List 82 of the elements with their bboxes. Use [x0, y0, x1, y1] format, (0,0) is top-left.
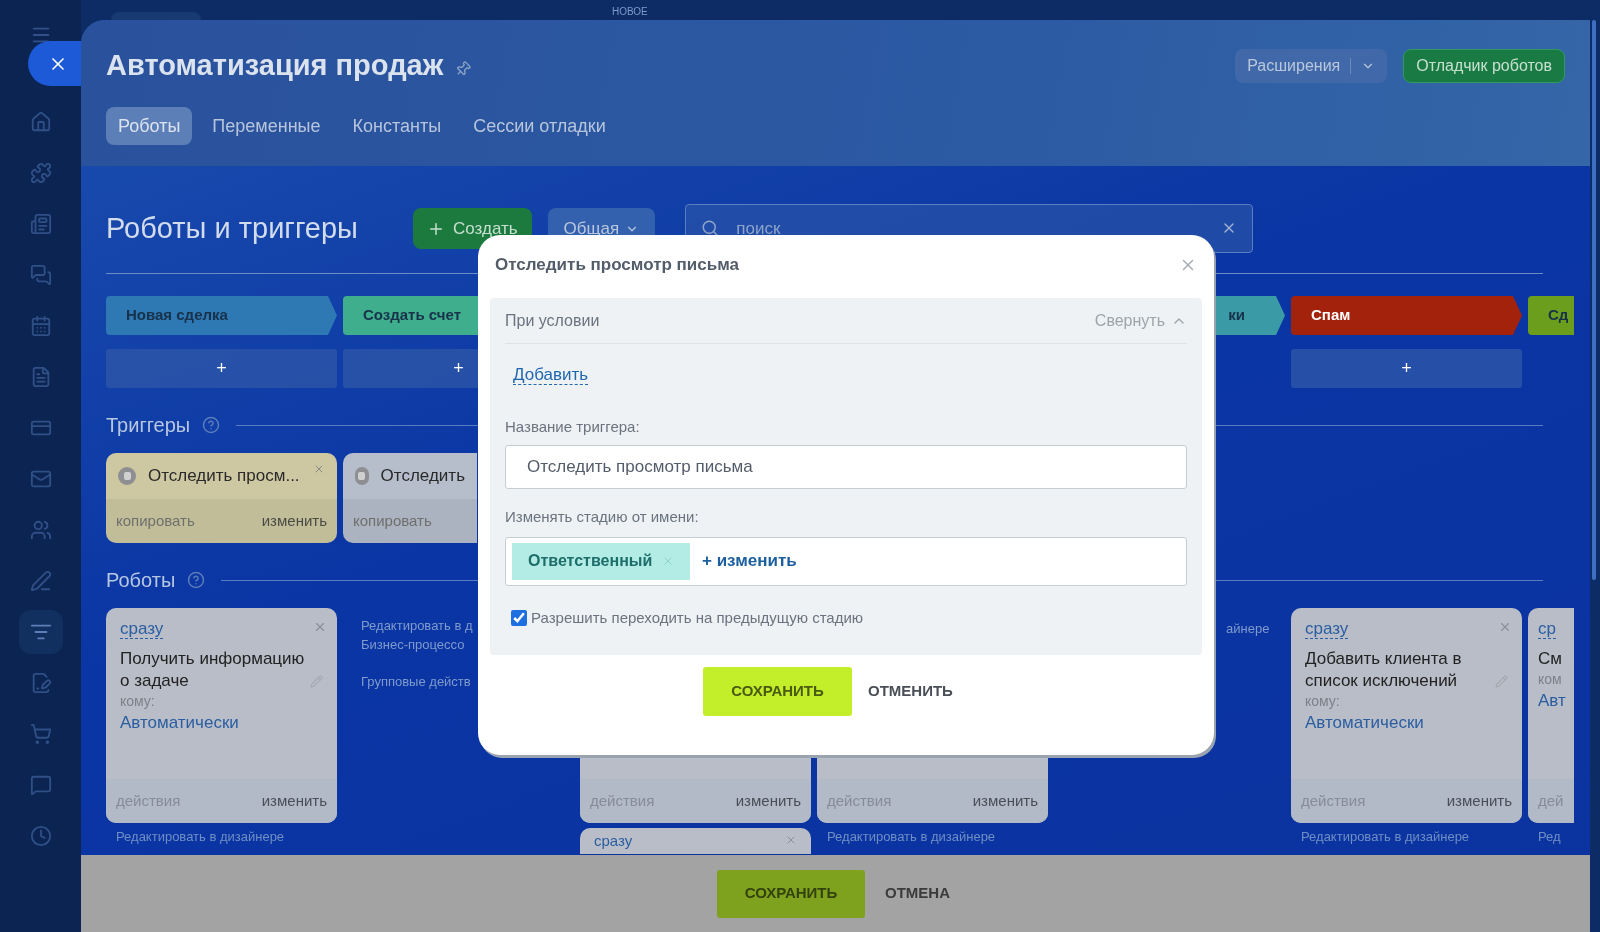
- search-icon: [701, 219, 720, 237]
- robot-name: Получить информацию о задаче: [120, 647, 306, 692]
- sidebar-item[interactable]: [18, 610, 63, 654]
- clock-icon: [29, 825, 52, 847]
- home-icon: [29, 111, 52, 133]
- trigger-name-field[interactable]: Отследить просмотр письма: [505, 445, 1187, 489]
- designer-link[interactable]: Редактировать в дизайнере: [106, 827, 337, 847]
- tab[interactable]: Роботы: [106, 107, 193, 145]
- cart-icon: [29, 723, 52, 745]
- add-robot-button[interactable]: +: [106, 349, 337, 388]
- edit-link[interactable]: изменить: [1446, 789, 1512, 813]
- change-user-link[interactable]: + изменить: [702, 548, 797, 574]
- robot-name: Добавить клиента в список исключений: [1305, 647, 1463, 692]
- field-label: Изменять стадию от имени:: [505, 507, 700, 527]
- save-button[interactable]: СОХРАНИТЬ: [717, 869, 865, 918]
- remove-icon[interactable]: [662, 555, 674, 567]
- add-condition-link[interactable]: Добавить: [513, 365, 589, 385]
- trigger-name: Отследить просм...: [148, 465, 300, 488]
- help-icon[interactable]: [187, 571, 206, 589]
- close-icon[interactable]: [1498, 620, 1512, 634]
- designer-link[interactable]: Ред: [1528, 827, 1574, 847]
- stage-tab[interactable]: Сд: [1528, 296, 1574, 335]
- field-label: Название триггера:: [505, 416, 641, 437]
- section-title: Роботы и триггеры: [106, 210, 359, 246]
- cancel-button[interactable]: ОТМЕНИТЬ: [868, 667, 953, 716]
- trigger-card[interactable]: Отследить просм... копировать изменить: [106, 453, 337, 543]
- tab[interactable]: Константы: [340, 107, 454, 145]
- allow-back-checkbox[interactable]: [511, 609, 527, 626]
- designer-link[interactable]: Редактировать в дизайнере: [1291, 827, 1522, 847]
- recipient-label: кому:: [120, 691, 156, 710]
- message-icon: [29, 774, 52, 796]
- chat-icon: [29, 264, 52, 286]
- save-button[interactable]: СОХРАНИТЬ: [703, 667, 852, 716]
- puzzle-icon: [29, 162, 52, 184]
- delay-link[interactable]: сразу: [120, 619, 164, 639]
- lock-icon: [355, 467, 369, 485]
- recipient-label: ком: [1538, 669, 1563, 688]
- add-robot-button[interactable]: +: [1291, 349, 1522, 388]
- tab[interactable]: Переменные: [200, 107, 333, 145]
- edit-link[interactable]: изменить: [261, 789, 327, 813]
- trigger-name: Отследить: [380, 465, 465, 488]
- delay-link[interactable]: сразу: [594, 830, 633, 853]
- designer-link[interactable]: Редактировать в дизайнере: [817, 827, 1048, 847]
- user-chip[interactable]: Ответственный: [512, 542, 690, 580]
- users-icon: [29, 519, 52, 541]
- collapse-button[interactable]: Свернуть: [1094, 308, 1187, 333]
- stage-tab[interactable]: Новая сделка: [106, 296, 337, 335]
- close-icon[interactable]: [313, 463, 325, 475]
- edit-link[interactable]: изменить: [735, 789, 801, 813]
- edit-link[interactable]: изменить: [261, 509, 327, 533]
- debugger-button[interactable]: Отладчик роботов: [1403, 49, 1565, 83]
- lock-icon: [118, 467, 136, 485]
- recipient-value[interactable]: Автоматически: [120, 709, 323, 735]
- newspaper-icon: [29, 213, 52, 235]
- recipient-value[interactable]: Автоматически: [1305, 709, 1508, 735]
- extensions-button[interactable]: Расширения: [1235, 49, 1388, 83]
- dialog-title: Отследить просмотр письма: [495, 253, 739, 276]
- close-icon[interactable]: [313, 620, 327, 634]
- trigger-card[interactable]: Отследить копировать: [343, 453, 477, 543]
- pen-icon: [29, 570, 52, 592]
- edit-link[interactable]: изменить: [972, 789, 1038, 813]
- stage-tab[interactable]: Спам: [1291, 296, 1522, 335]
- recipient-value[interactable]: Авт: [1538, 687, 1574, 713]
- designer-link[interactable]: айнере: [1226, 621, 1270, 636]
- new-label: НОВОЕ: [612, 6, 648, 17]
- delay-link[interactable]: сразу: [1305, 619, 1349, 639]
- checkbox-label: Разрешить переходить на предыдущую стадию: [531, 607, 864, 628]
- copy-link[interactable]: копировать: [116, 509, 195, 533]
- robot-name: См: [1538, 647, 1562, 670]
- scrollbar[interactable]: [1592, 20, 1596, 580]
- cancel-button[interactable]: ОТМЕНА: [885, 869, 950, 918]
- robots-heading: Роботы: [106, 568, 176, 593]
- triggers-heading: Триггеры: [106, 413, 191, 438]
- recipient-label: кому:: [1305, 691, 1341, 710]
- page-title: Автоматизация продаж: [106, 48, 444, 84]
- user-selector-field[interactable]: Ответственный + изменить: [505, 536, 1187, 586]
- delay-link[interactable]: ср: [1538, 619, 1556, 639]
- mail-icon: [29, 468, 52, 490]
- calendar-icon: [29, 315, 52, 337]
- close-icon[interactable]: [785, 834, 797, 846]
- tab[interactable]: Сессии отладки: [461, 107, 618, 145]
- help-icon[interactable]: [202, 416, 221, 434]
